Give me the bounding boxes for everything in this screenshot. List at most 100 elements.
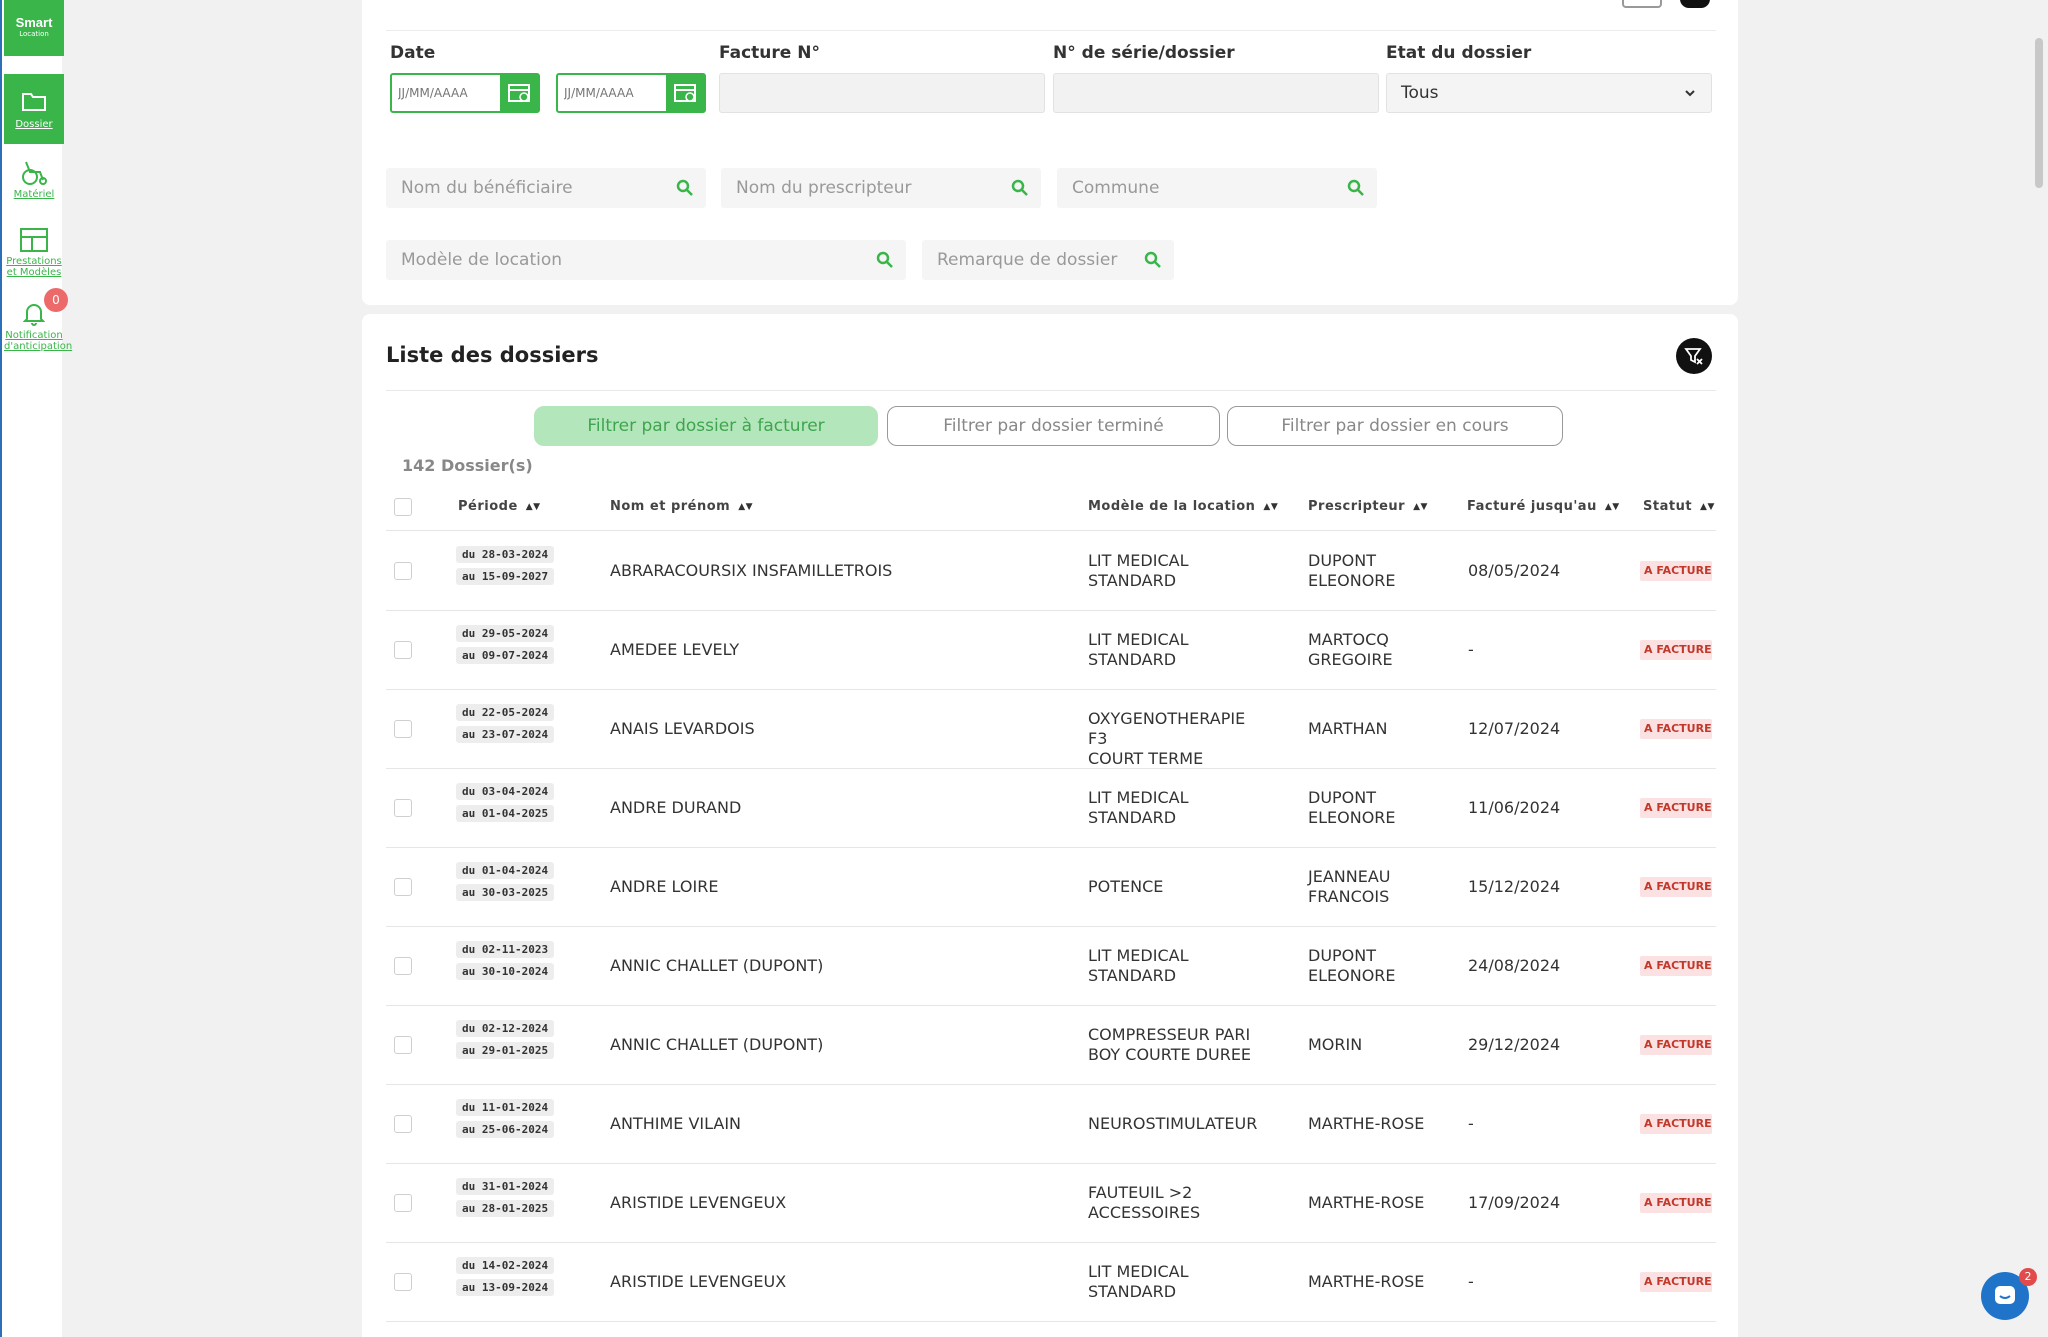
- column-header-label: Prescripteur: [1308, 499, 1406, 514]
- list-title: Liste des dossiers: [386, 343, 599, 367]
- column-header-model[interactable]: Modèle de la location ▲▼: [1088, 499, 1278, 514]
- table-row[interactable]: du 11-01-2024 au 25-06-2024 ANTHIME VILAIN…: [386, 1085, 1716, 1164]
- table-row[interactable]: du 02-11-2023 au 30-10-2024 ANNIC CHALLET …: [386, 927, 1716, 1006]
- row-checkbox[interactable]: [394, 1273, 412, 1291]
- app-logo[interactable]: Smart Location: [4, 0, 64, 56]
- calendar-button[interactable]: [666, 75, 704, 111]
- column-header-label: Nom et prénom: [610, 499, 731, 514]
- model-line: STANDARD: [1088, 808, 1177, 827]
- row-checkbox[interactable]: [394, 878, 412, 896]
- label-line: Notification: [5, 330, 63, 341]
- status-badge: A FACTURER: [1640, 1193, 1712, 1213]
- rental-model-search[interactable]: Modèle de location: [386, 240, 906, 280]
- column-header-status[interactable]: Statut ▲▼: [1643, 499, 1715, 514]
- name-cell[interactable]: ARISTIDE LEVENGEUX: [610, 1272, 786, 1292]
- date-to-input[interactable]: [564, 83, 664, 103]
- model-line: COMPRESSEUR PARI: [1088, 1025, 1251, 1044]
- table-row[interactable]: du 31-01-2024 au 28-01-2025 ARISTIDE LEVEN…: [386, 1164, 1716, 1243]
- date-from-input[interactable]: [398, 83, 498, 103]
- label-line: d'anticipation: [4, 341, 73, 352]
- table-row[interactable]: du 03-04-2024 au 01-04-2025 ANDRE DURAND LI…: [386, 769, 1716, 848]
- placeholder: Remarque de dossier: [937, 250, 1118, 270]
- row-checkbox[interactable]: [394, 720, 412, 738]
- name-cell[interactable]: ANAIS LEVARDOIS: [610, 719, 755, 739]
- wheelchair-icon: [22, 161, 47, 185]
- name-cell[interactable]: ARISTIDE LEVENGEUX: [610, 1193, 786, 1213]
- sort-icon: ▲▼: [1700, 501, 1715, 512]
- filter-to-invoice-button[interactable]: Filtrer par dossier à facturer: [534, 406, 878, 446]
- column-header-prescriber[interactable]: Prescripteur ▲▼: [1308, 499, 1428, 514]
- sidebar-item-label: Matériel: [13, 189, 55, 200]
- sidebar-item-prestations[interactable]: Prestations et Modèles: [4, 228, 64, 284]
- layout-grid-icon: [20, 228, 48, 252]
- state-select[interactable]: Tous: [1386, 73, 1712, 113]
- table-row[interactable]: du 01-04-2024 au 30-03-2025 ANDRE LOIRE POT…: [386, 848, 1716, 927]
- serial-number-input[interactable]: [1053, 73, 1379, 113]
- prescriber-cell: MARTHE-ROSE: [1308, 1193, 1428, 1213]
- name-cell[interactable]: AMEDEE LEVELY: [610, 640, 739, 660]
- billed-until-cell: -: [1468, 640, 1474, 659]
- status-badge: A FACTURER: [1640, 798, 1712, 818]
- row-checkbox[interactable]: [394, 562, 412, 580]
- filter-finished-button[interactable]: Filtrer par dossier terminé: [887, 406, 1220, 446]
- sort-icon: ▲▼: [1263, 501, 1279, 512]
- name-cell[interactable]: ANTHIME VILAIN: [610, 1114, 741, 1134]
- sort-icon: ▲▼: [738, 501, 754, 512]
- model-line: LIT MEDICAL: [1088, 1262, 1189, 1281]
- sidebar-item-materiel[interactable]: Matériel: [4, 160, 64, 210]
- prescriber-line: JEANNEAU: [1308, 867, 1391, 886]
- name-cell[interactable]: ABRARACOURSIX INSFAMILLETROIS: [610, 561, 892, 581]
- prescriber-line: DUPONT: [1308, 788, 1377, 807]
- table-row[interactable]: du 02-12-2024 au 29-01-2025 ANNIC CHALLET …: [386, 1006, 1716, 1085]
- row-checkbox[interactable]: [394, 1194, 412, 1212]
- name-cell[interactable]: ANDRE DURAND: [610, 798, 741, 818]
- clear-filters-button[interactable]: [1676, 338, 1712, 374]
- beneficiary-search[interactable]: Nom du bénéficiaire: [386, 168, 706, 208]
- row-checkbox[interactable]: [394, 641, 412, 659]
- model-line: POTENCE: [1088, 877, 1164, 896]
- logo-subtext: Location: [19, 30, 49, 38]
- date-from-field[interactable]: [390, 73, 540, 113]
- row-checkbox[interactable]: [394, 1036, 412, 1054]
- row-checkbox[interactable]: [394, 799, 412, 817]
- filter-in-progress-button[interactable]: Filtrer par dossier en cours: [1227, 406, 1563, 446]
- row-checkbox[interactable]: [394, 957, 412, 975]
- toolbar-round-button[interactable]: [1680, 0, 1710, 8]
- name-cell[interactable]: ANDRE LOIRE: [610, 877, 718, 897]
- model-cell: POTENCE: [1088, 877, 1268, 897]
- date-to-field[interactable]: [556, 73, 706, 113]
- period-to: au 01-04-2025: [456, 805, 555, 822]
- name-cell[interactable]: ANNIC CHALLET (DUPONT): [610, 956, 823, 976]
- sidebar-item-dossier[interactable]: Dossier: [4, 74, 64, 144]
- calendar-button[interactable]: [500, 75, 538, 111]
- table-row[interactable]: du 22-05-2024 au 23-07-2024 ANAIS LEVARDOI…: [386, 690, 1716, 769]
- filter-clear-icon: [1684, 348, 1703, 365]
- billed-until-cell: 17/09/2024: [1468, 1193, 1561, 1212]
- toolbar-button[interactable]: [1622, 0, 1662, 8]
- scrollbar[interactable]: [2035, 38, 2043, 188]
- column-header-name[interactable]: Nom et prénom ▲▼: [610, 499, 753, 514]
- row-checkbox[interactable]: [394, 1115, 412, 1133]
- model-cell: LIT MEDICAL STANDARD: [1088, 630, 1268, 670]
- period-to: au 25-06-2024: [456, 1121, 555, 1138]
- invoice-number-input[interactable]: [719, 73, 1045, 113]
- table-row[interactable]: du 29-05-2024 au 09-07-2024 AMEDEE LEVELY L…: [386, 611, 1716, 690]
- model-cell: FAUTEUIL >2 ACCESSOIRES: [1088, 1183, 1268, 1223]
- prescriber-search[interactable]: Nom du prescripteur: [721, 168, 1041, 208]
- select-all-checkbox[interactable]: [394, 498, 412, 516]
- logo-text: Smart: [15, 15, 53, 30]
- column-header-billed[interactable]: Facturé jusqu'au ▲▼: [1467, 499, 1620, 514]
- commune-search[interactable]: Commune: [1057, 168, 1377, 208]
- model-cell: LIT MEDICAL STANDARD: [1088, 551, 1268, 591]
- table-row[interactable]: du 28-03-2024 au 15-09-2027 ABRARACOURSIX …: [386, 532, 1716, 611]
- column-header-label: Modèle de la location: [1088, 499, 1256, 514]
- label-line: Prestations: [6, 256, 62, 267]
- prescriber-cell: JEANNEAU FRANCOIS: [1308, 867, 1428, 907]
- remark-search[interactable]: Remarque de dossier: [922, 240, 1174, 280]
- name-cell[interactable]: ANNIC CHALLET (DUPONT): [610, 1035, 823, 1055]
- column-header-periode[interactable]: Période ▲▼: [458, 499, 541, 514]
- placeholder: Nom du prescripteur: [736, 178, 912, 198]
- table-row[interactable]: du 14-02-2024 au 13-09-2024 ARISTIDE LEVEN…: [386, 1243, 1716, 1322]
- model-line: LIT MEDICAL: [1088, 630, 1189, 649]
- model-line: BOY COURTE DUREE: [1088, 1045, 1252, 1064]
